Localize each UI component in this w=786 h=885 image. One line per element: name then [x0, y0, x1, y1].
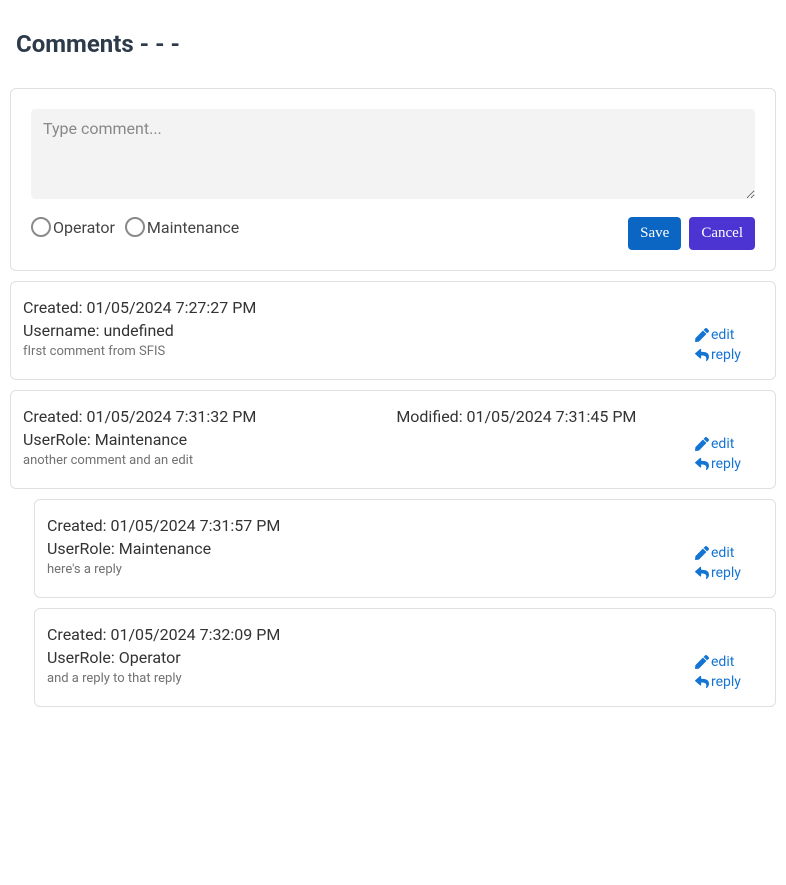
edit-label: edit [711, 436, 734, 452]
comment-actions: edit reply [695, 516, 755, 581]
reply-card: Created: 01/05/2024 7:31:57 PM UserRole:… [34, 499, 776, 598]
comment-actions: edit reply [695, 407, 755, 472]
edit-button[interactable]: edit [695, 545, 734, 561]
cancel-button[interactable]: Cancel [689, 217, 755, 250]
pencil-icon [695, 437, 709, 451]
radio-icon [125, 217, 145, 237]
edit-button[interactable]: edit [695, 436, 734, 452]
role-maintenance-label: Maintenance [147, 218, 239, 237]
comment-body: here's a reply [47, 562, 695, 577]
user-line: UserRole: Maintenance [47, 539, 695, 558]
reply-icon [695, 348, 709, 362]
comment-card: Created: 01/05/2024 7:27:27 PM Username:… [10, 281, 776, 380]
pencil-icon [695, 328, 709, 342]
comment-body: another comment and an edit [23, 453, 695, 468]
modified-label: Modified: 01/05/2024 7:31:45 PM [396, 407, 636, 426]
reply-icon [695, 457, 709, 471]
reply-button[interactable]: reply [695, 674, 741, 690]
created-label: Created: 01/05/2024 7:32:09 PM [47, 625, 280, 644]
created-label: Created: 01/05/2024 7:31:32 PM [23, 407, 256, 426]
pencil-icon [695, 655, 709, 669]
comment-actions: edit reply [695, 625, 755, 690]
user-line: UserRole: Maintenance [23, 430, 695, 449]
edit-label: edit [711, 327, 734, 343]
edit-button[interactable]: edit [695, 654, 734, 670]
reply-icon [695, 566, 709, 580]
comment-actions: edit reply [695, 298, 755, 363]
comment-card: Created: 01/05/2024 7:31:32 PM Modified:… [10, 390, 776, 489]
role-radio-operator[interactable]: Operator [31, 217, 115, 237]
reply-label: reply [711, 674, 741, 690]
reply-label: reply [711, 456, 741, 472]
reply-button[interactable]: reply [695, 347, 741, 363]
edit-label: edit [711, 654, 734, 670]
user-line: UserRole: Operator [47, 648, 695, 667]
role-radio-group: Operator Maintenance [31, 217, 239, 237]
save-button[interactable]: Save [628, 217, 681, 250]
reply-button[interactable]: reply [695, 565, 741, 581]
user-line: Username: undefined [23, 321, 695, 340]
created-label: Created: 01/05/2024 7:27:27 PM [23, 298, 256, 317]
comment-textarea[interactable] [31, 109, 755, 199]
page-title: Comments - - - [16, 30, 776, 58]
comment-body: and a reply to that reply [47, 671, 695, 686]
reply-card: Created: 01/05/2024 7:32:09 PM UserRole:… [34, 608, 776, 707]
reply-icon [695, 675, 709, 689]
pencil-icon [695, 546, 709, 560]
edit-button[interactable]: edit [695, 327, 734, 343]
compose-card: Operator Maintenance Save Cancel [10, 88, 776, 271]
radio-icon [31, 217, 51, 237]
reply-button[interactable]: reply [695, 456, 741, 472]
created-label: Created: 01/05/2024 7:31:57 PM [47, 516, 280, 535]
role-operator-label: Operator [53, 218, 115, 237]
reply-label: reply [711, 347, 741, 363]
reply-label: reply [711, 565, 741, 581]
role-radio-maintenance[interactable]: Maintenance [125, 217, 239, 237]
edit-label: edit [711, 545, 734, 561]
comment-body: fIrst comment from SFIS [23, 344, 695, 359]
